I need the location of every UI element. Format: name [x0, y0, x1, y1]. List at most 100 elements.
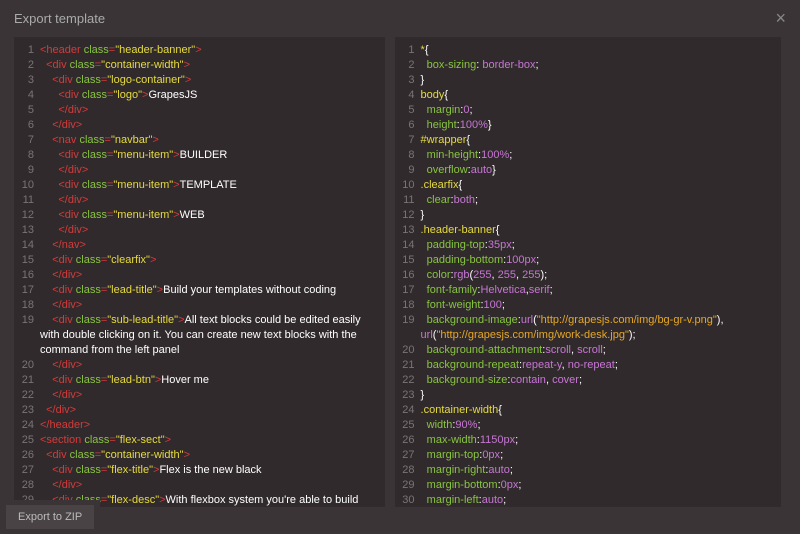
- line-content: .header-banner{: [421, 223, 506, 238]
- line-content: padding-bottom:100px;: [421, 253, 546, 268]
- export-modal: Export template × 1<header class="header…: [0, 0, 800, 534]
- code-line: 27 <div class="flex-title">Flex is the n…: [14, 463, 385, 478]
- line-number: 6: [395, 118, 421, 133]
- code-line: 7 <nav class="navbar">: [14, 133, 385, 148]
- line-content: overflow:auto}: [421, 163, 502, 178]
- line-number: 22: [395, 373, 421, 388]
- line-number: 22: [14, 388, 40, 403]
- line-content: .container-width{: [421, 403, 508, 418]
- line-content: color:rgb(255, 255, 255);: [421, 268, 554, 283]
- line-number: 28: [395, 463, 421, 478]
- line-content: <div class="lead-btn">Hover me: [40, 373, 215, 388]
- modal-header: Export template ×: [0, 0, 800, 37]
- line-number: 29: [395, 478, 421, 493]
- code-line: 20 </div>: [14, 358, 385, 373]
- code-line: 19 <div class="sub-lead-title">All text …: [14, 313, 385, 358]
- line-content: max-width:1150px;: [421, 433, 525, 448]
- line-number: 3: [14, 73, 40, 88]
- code-line: 12 <div class="menu-item">WEB: [14, 208, 385, 223]
- line-number: 15: [14, 253, 40, 268]
- code-line: 17 font-family:Helvetica,serif;: [395, 283, 781, 298]
- line-number: 8: [395, 148, 421, 163]
- line-number: 23: [395, 388, 421, 403]
- line-content: font-weight:100;: [421, 298, 511, 313]
- code-line: 26 <div class="container-width">: [14, 448, 385, 463]
- line-number: 8: [14, 148, 40, 163]
- modal-footer: Export to ZIP: [0, 500, 100, 534]
- line-number: 26: [395, 433, 421, 448]
- code-line: 22 </div>: [14, 388, 385, 403]
- line-content: min-height:100%;: [421, 148, 519, 163]
- line-content: #wrapper{: [421, 133, 477, 148]
- line-number: 25: [395, 418, 421, 433]
- line-content: margin-left:auto;: [421, 493, 513, 507]
- line-content: background-image:url("http://grapesjs.co…: [421, 313, 781, 343]
- code-line: 8 min-height:100%;: [395, 148, 781, 163]
- code-line: 2 box-sizing: border-box;: [395, 58, 781, 73]
- code-line: 22 background-size:contain, cover;: [395, 373, 781, 388]
- line-number: 12: [395, 208, 421, 223]
- line-content: }: [421, 208, 431, 223]
- line-number: 1: [14, 43, 40, 58]
- line-number: 2: [395, 58, 421, 73]
- line-content: <div class="menu-item">BUILDER: [40, 148, 233, 163]
- code-line: 14 </nav>: [14, 238, 385, 253]
- line-content: </div>: [40, 478, 88, 493]
- line-content: </div>: [40, 358, 88, 373]
- code-line: 15 <div class="clearfix">: [14, 253, 385, 268]
- line-number: 11: [14, 193, 40, 208]
- line-number: 11: [395, 193, 421, 208]
- code-line: 9 overflow:auto}: [395, 163, 781, 178]
- close-icon[interactable]: ×: [775, 8, 786, 29]
- code-line: 13.header-banner{: [395, 223, 781, 238]
- line-content: </nav>: [40, 238, 92, 253]
- line-content: </div>: [40, 118, 88, 133]
- code-line: 6 height:100%}: [395, 118, 781, 133]
- line-content: .clearfix{: [421, 178, 469, 193]
- line-content: background-repeat:repeat-y, no-repeat;: [421, 358, 624, 373]
- css-code-pane[interactable]: 1*{2 box-sizing: border-box;3}4body{5 ma…: [395, 37, 781, 507]
- line-number: 7: [14, 133, 40, 148]
- line-number: 16: [395, 268, 421, 283]
- line-number: 14: [14, 238, 40, 253]
- code-line: 28 margin-right:auto;: [395, 463, 781, 478]
- code-line: 5 margin:0;: [395, 103, 781, 118]
- line-number: 14: [395, 238, 421, 253]
- line-number: 18: [395, 298, 421, 313]
- code-line: 16 </div>: [14, 268, 385, 283]
- line-content: <div class="logo-container">: [40, 73, 197, 88]
- code-line: 11 </div>: [14, 193, 385, 208]
- line-content: font-family:Helvetica,serif;: [421, 283, 559, 298]
- line-content: <section class="flex-sect">: [40, 433, 177, 448]
- code-line: 30 margin-left:auto;: [395, 493, 781, 507]
- line-number: 20: [14, 358, 40, 373]
- line-content: <div class="flex-title">Flex is the new …: [40, 463, 268, 478]
- line-content: <header class="header-banner">: [40, 43, 208, 58]
- line-number: 7: [395, 133, 421, 148]
- line-content: *{: [421, 43, 435, 58]
- code-line: 26 max-width:1150px;: [395, 433, 781, 448]
- code-line: 2 <div class="container-width">: [14, 58, 385, 73]
- modal-title: Export template: [14, 11, 105, 26]
- line-number: 25: [14, 433, 40, 448]
- line-number: 21: [395, 358, 421, 373]
- line-content: <div class="lead-title">Build your templ…: [40, 283, 342, 298]
- line-content: <div class="container-width">: [40, 58, 196, 73]
- code-line: 1<header class="header-banner">: [14, 43, 385, 58]
- line-content: </div>: [40, 388, 88, 403]
- line-number: 21: [14, 373, 40, 388]
- line-number: 6: [14, 118, 40, 133]
- code-line: 5 </div>: [14, 103, 385, 118]
- line-content: margin-right:auto;: [421, 463, 519, 478]
- line-content: background-attachment:scroll, scroll;: [421, 343, 612, 358]
- line-content: height:100%}: [421, 118, 498, 133]
- line-number: 10: [395, 178, 421, 193]
- code-line: 19 background-image:url("http://grapesjs…: [395, 313, 781, 343]
- code-line: 7#wrapper{: [395, 133, 781, 148]
- line-number: 5: [14, 103, 40, 118]
- export-zip-button[interactable]: Export to ZIP: [6, 505, 94, 529]
- line-number: 13: [14, 223, 40, 238]
- line-content: </div>: [40, 103, 94, 118]
- code-line: 4 <div class="logo">GrapesJS: [14, 88, 385, 103]
- html-code-pane[interactable]: 1<header class="header-banner">2 <div cl…: [14, 37, 385, 507]
